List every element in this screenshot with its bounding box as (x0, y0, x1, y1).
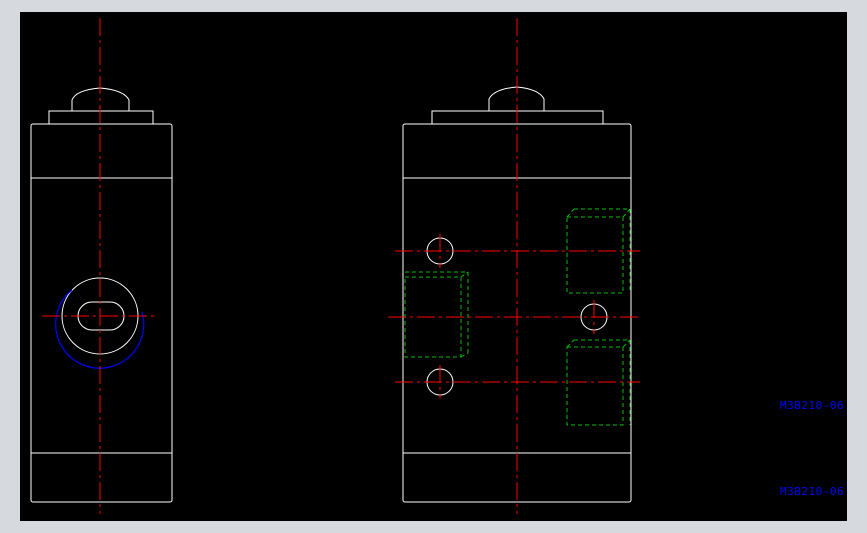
hidden-port-upper-right-edge-top (622, 208, 631, 218)
drawing-canvas (30, 18, 640, 514)
left-view-body (30, 123, 173, 503)
left-view (30, 87, 173, 503)
hidden-port-left-edge-top (460, 271, 469, 278)
left-view-centerlines (42, 18, 158, 514)
part-label-lower: M3B210-06 (780, 485, 845, 498)
hidden-port-lower-right (566, 346, 624, 426)
left-view-cap (48, 110, 154, 125)
hidden-port-left-edge-bottom (460, 352, 469, 358)
right-view-centerlines (388, 18, 640, 514)
part-label-upper: M3B210-06 (780, 399, 845, 412)
cad-viewport[interactable]: M3B210-06 M3B210-06 (20, 12, 847, 521)
hidden-port-lower-right-top-extend (566, 339, 575, 348)
hidden-port-upper-right-top-extend (566, 208, 575, 218)
hidden-port-lower-right-edge-top (622, 339, 631, 348)
hidden-port-upper-right (566, 216, 624, 294)
